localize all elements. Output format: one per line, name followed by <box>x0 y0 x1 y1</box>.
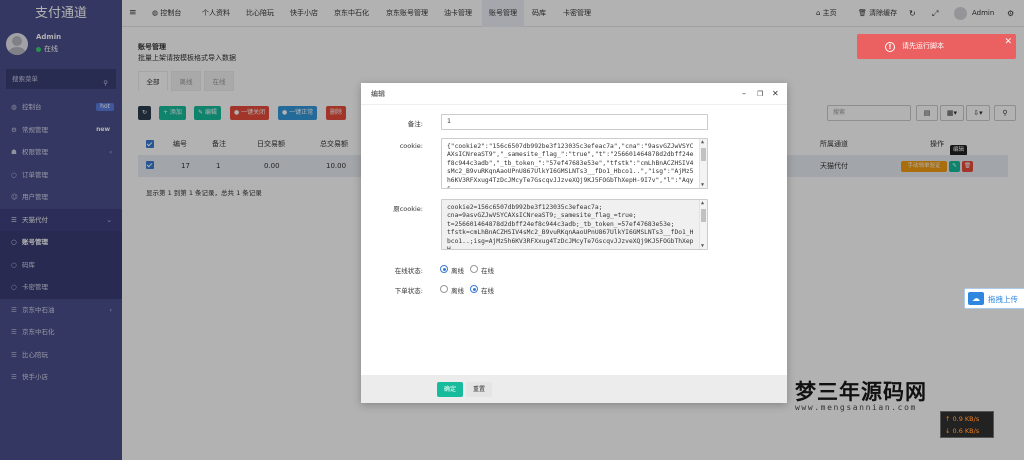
scroll-up-icon[interactable]: ▲ <box>701 139 704 145</box>
cookie-value: {"cookie2":"156c6507db992be3f123035c3efe… <box>447 143 694 189</box>
dialog-header[interactable]: 编辑 – ❐ ✕ <box>361 83 787 105</box>
online-option-label[interactable]: 在线 <box>481 285 494 295</box>
close-icon[interactable]: ✕ <box>772 83 779 105</box>
scrollbar[interactable]: ▲ ▼ <box>699 139 707 188</box>
reset-button[interactable]: 重置 <box>466 382 492 397</box>
dialog-footer: 确定 重置 <box>361 375 787 403</box>
cookie-label: cookie: <box>399 142 423 150</box>
offline-option-label[interactable]: 离线 <box>451 285 464 295</box>
watermark-url: www.mengsannian.com <box>795 403 917 412</box>
online-status-online-radio[interactable] <box>470 265 478 273</box>
offline-option-label[interactable]: 离线 <box>451 265 464 275</box>
dialog-title: 编辑 <box>371 90 385 98</box>
upload-speed: ↑ 0.9 KB/s <box>945 415 980 423</box>
minimize-icon[interactable]: – <box>742 83 746 105</box>
scroll-up-icon[interactable]: ▲ <box>701 200 704 206</box>
scroll-down-icon[interactable]: ▼ <box>701 243 704 249</box>
remark-input-value: 1 <box>447 118 452 125</box>
upload-label: 拖拽上传 <box>988 295 1018 304</box>
raw-cookie-label: 原cookie: <box>393 205 423 213</box>
drag-upload-widget[interactable]: ☁ 拖拽上传 <box>964 288 1024 309</box>
cloud-upload-icon: ☁ <box>968 292 984 305</box>
remark-input[interactable]: 1 <box>441 114 708 130</box>
scroll-down-icon[interactable]: ▼ <box>701 182 704 188</box>
error-toast: ! 请先运行脚本 ✕ <box>857 34 1016 59</box>
download-speed: ↓ 0.6 KB/s <box>945 427 980 435</box>
toast-message: 请先运行脚本 <box>902 42 944 50</box>
watermark-title: 梦三年源码网 <box>795 379 927 404</box>
order-status-label: 下单状态: <box>394 287 423 295</box>
remark-label: 备注: <box>407 120 423 128</box>
scroll-thumb[interactable] <box>701 209 706 222</box>
order-status-online-radio[interactable] <box>470 285 478 293</box>
maximize-icon[interactable]: ❐ <box>757 83 763 105</box>
raw-cookie-textarea[interactable]: cookie2=156c6507db992be3f123035c3efeac7a… <box>441 199 708 250</box>
online-option-label[interactable]: 在线 <box>481 265 494 275</box>
confirm-button[interactable]: 确定 <box>437 382 463 397</box>
online-status-label: 在线状态: <box>394 267 423 275</box>
close-icon[interactable]: ✕ <box>1004 37 1012 47</box>
warning-icon: ! <box>885 42 895 52</box>
scroll-thumb[interactable] <box>701 148 706 161</box>
edit-dialog: 编辑 – ❐ ✕ 备注: 1 cookie: {"cookie2":"156c6… <box>361 83 787 403</box>
cookie-textarea[interactable]: {"cookie2":"156c6507db992be3f123035c3efe… <box>441 138 708 189</box>
network-speed-widget: ↑ 0.9 KB/s ↓ 0.6 KB/s <box>940 411 994 438</box>
scrollbar[interactable]: ▲ ▼ <box>699 200 707 249</box>
online-status-offline-radio[interactable] <box>440 265 448 273</box>
raw-cookie-value: cookie2=156c6507db992be3f123035c3efeac7a… <box>447 204 694 250</box>
order-status-offline-radio[interactable] <box>440 285 448 293</box>
